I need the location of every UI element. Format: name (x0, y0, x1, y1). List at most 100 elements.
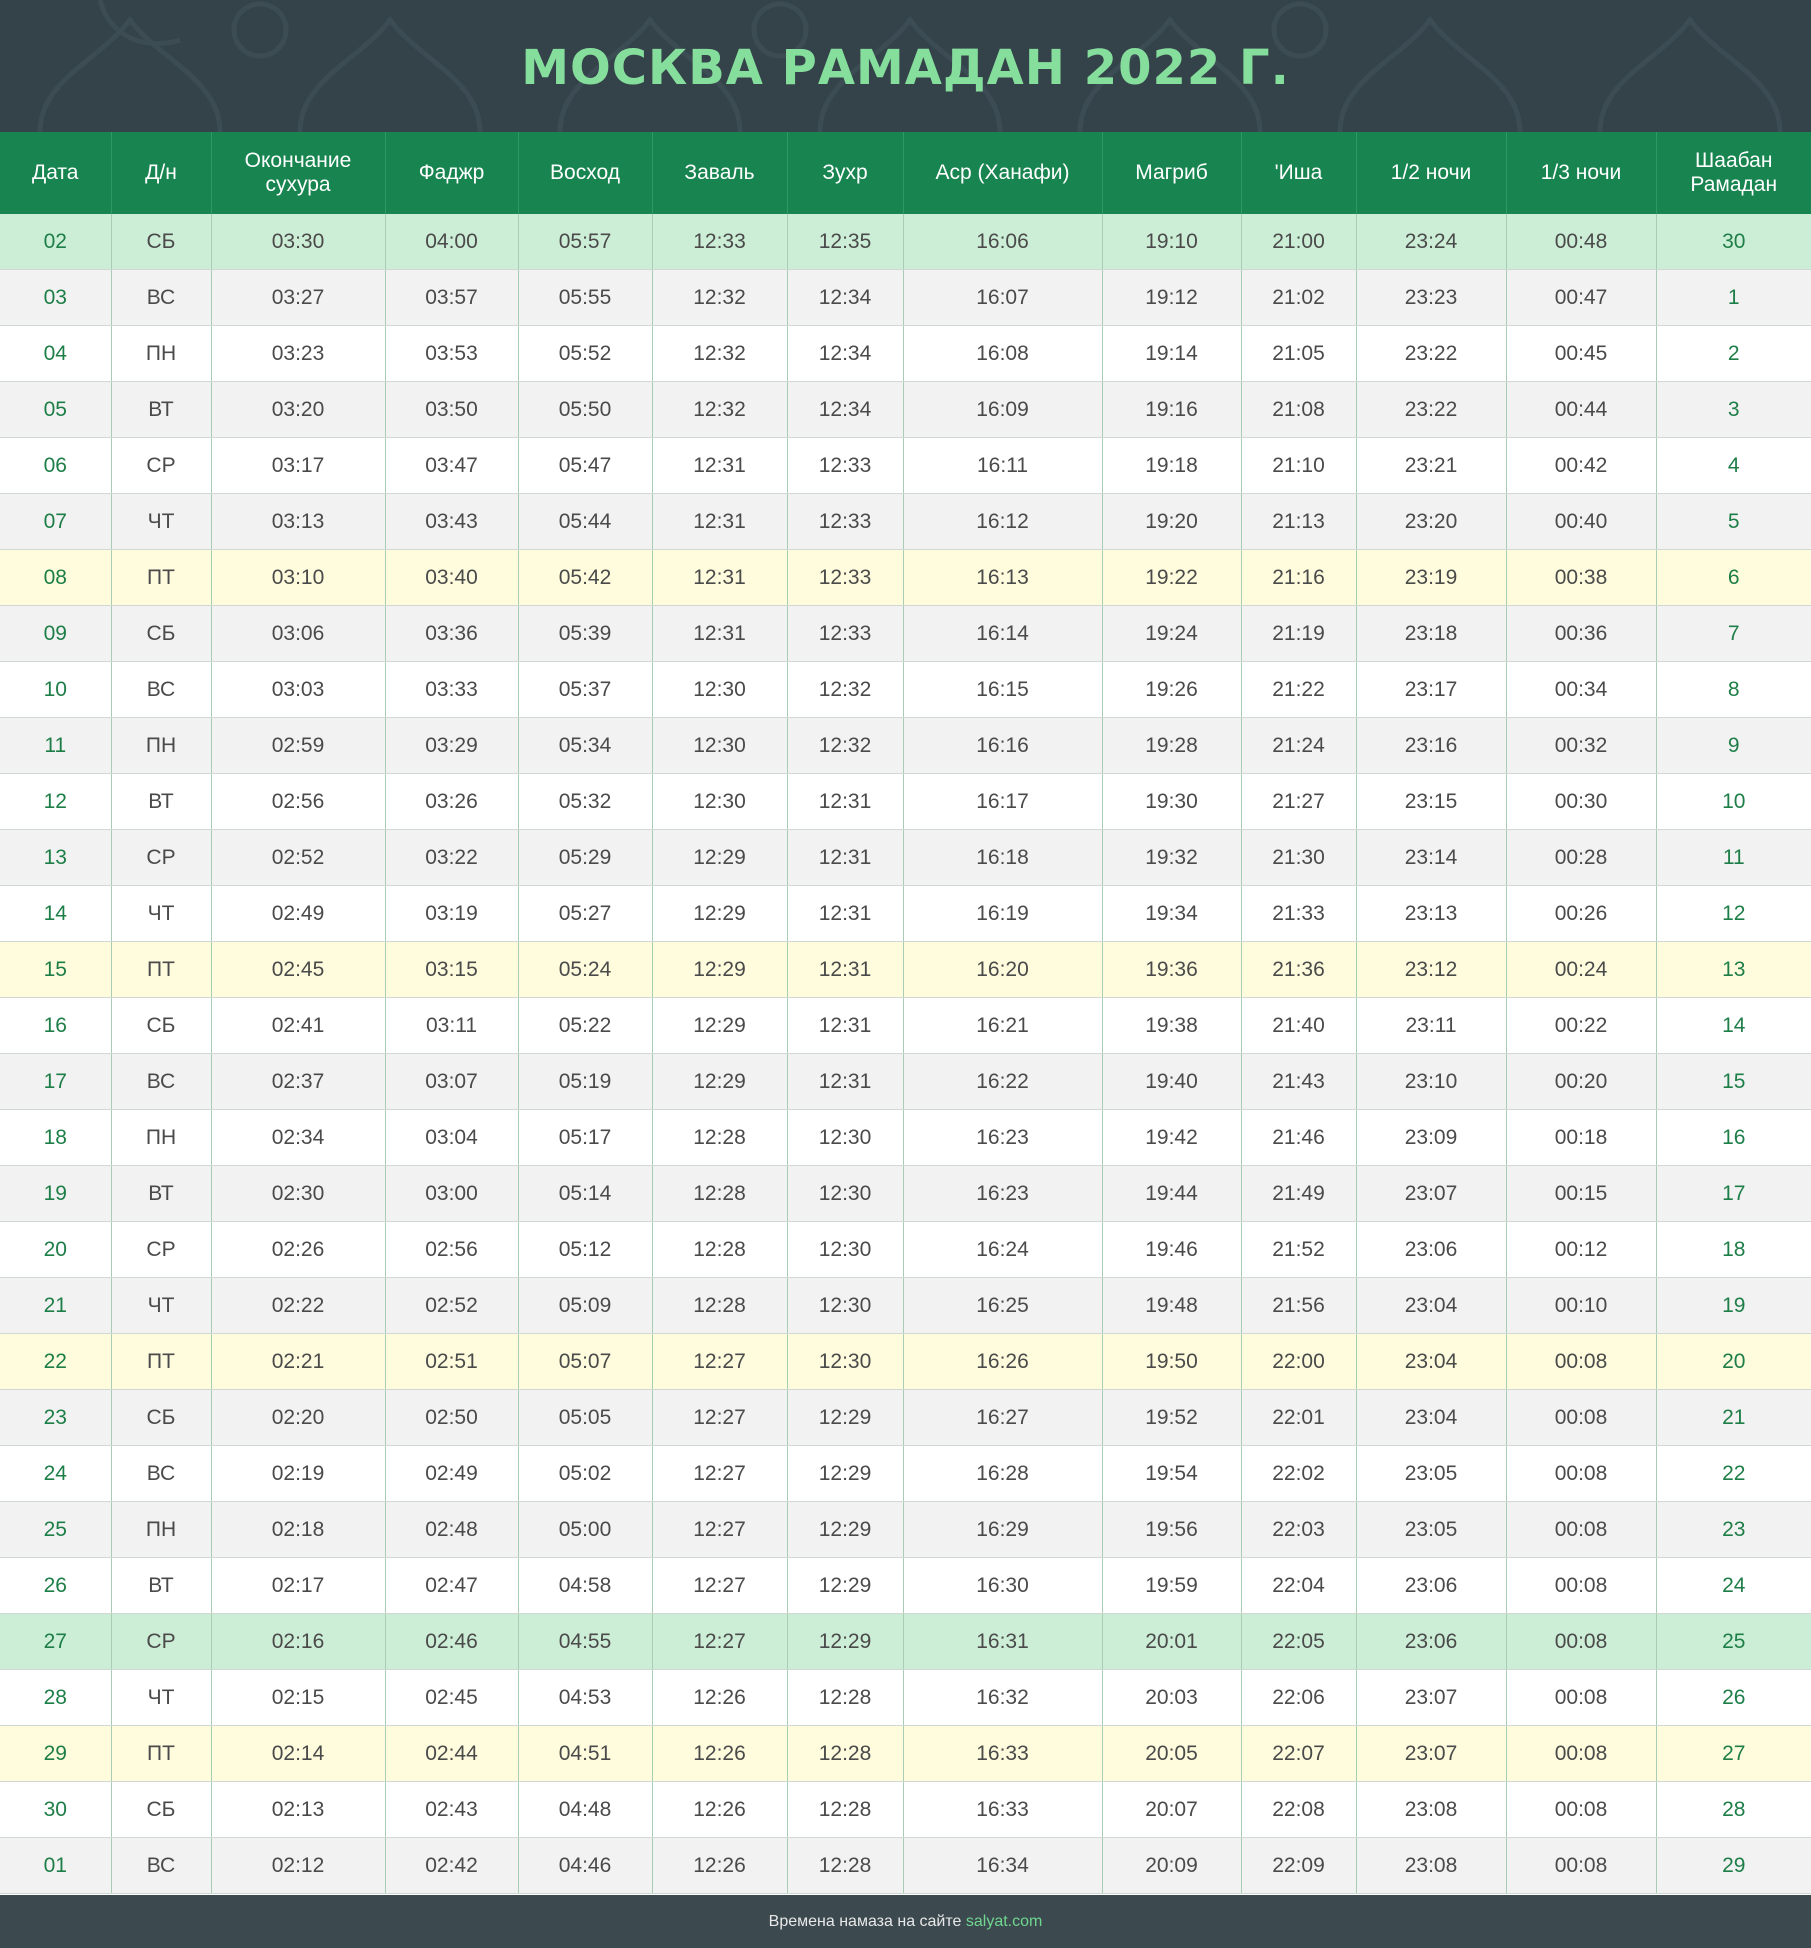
table-row: 28 ЧТ 02:15 02:45 04:53 12:26 12:28 16:32 20:03 2… (0, 1669, 1811, 1726)
table-cell: 21:22 (1241, 661, 1357, 718)
table-cell: 22:02 (1241, 1445, 1357, 1502)
table-cell: 17 (0, 1053, 112, 1110)
table-cell: 00:08 (1506, 1725, 1657, 1782)
table-cell: 10 (0, 661, 112, 718)
table-cell: 03:13 (211, 493, 386, 550)
table-cell: 12:31 (652, 493, 788, 550)
table-cell: ВС (111, 661, 212, 718)
table-cell: 23:11 (1356, 997, 1507, 1054)
table-cell: 20:05 (1102, 1725, 1242, 1782)
table-cell: 23:05 (1356, 1445, 1507, 1502)
table-cell: ПТ (111, 549, 212, 606)
table-cell: 12:32 (652, 325, 788, 382)
table-cell: 00:24 (1506, 941, 1657, 998)
table-cell: 19:40 (1102, 1053, 1242, 1110)
column-header: Шаабан Рамадан (1656, 132, 1811, 214)
column-header-label: сухура (265, 173, 331, 196)
table-cell: 02:19 (211, 1445, 386, 1502)
table-cell: 16:18 (903, 829, 1103, 886)
table-cell: 02:44 (385, 1725, 519, 1782)
footer-site-link[interactable]: salyat.com (966, 1913, 1042, 1930)
table-cell: ЧТ (111, 885, 212, 942)
table-cell: 16:15 (903, 661, 1103, 718)
table-cell: 23:06 (1356, 1613, 1507, 1670)
table-cell: 16:13 (903, 549, 1103, 606)
table-cell: 05:12 (518, 1221, 653, 1278)
table-cell: 16:24 (903, 1221, 1103, 1278)
column-header: Аср (Ханафи) (903, 132, 1103, 214)
table-cell: 02:52 (385, 1277, 519, 1334)
table-cell: 23:06 (1356, 1557, 1507, 1614)
table-cell: 12:28 (787, 1837, 904, 1894)
table-cell: 21:30 (1241, 829, 1357, 886)
table-cell: 05:32 (518, 773, 653, 830)
table-row: 08 ПТ 03:10 03:40 05:42 12:31 12:33 16:13 19:22 2… (0, 549, 1811, 606)
table-body: 02 СБ 03:30 04:00 05:57 12:33 12:35 16:06 19:10 2… (0, 214, 1811, 1894)
table-cell: 12:34 (787, 381, 904, 438)
table-cell: 19:48 (1102, 1277, 1242, 1334)
table-cell: 05:02 (518, 1445, 653, 1502)
table-cell: 05 (0, 381, 112, 438)
table-cell: 24 (1656, 1557, 1811, 1614)
table-cell: 05:55 (518, 269, 653, 326)
table-cell: 12:30 (787, 1277, 904, 1334)
table-cell: 05:44 (518, 493, 653, 550)
table-row: 19 ВТ 02:30 03:00 05:14 12:28 12:30 16:23 19:44 2… (0, 1165, 1811, 1222)
table-cell: 02:22 (211, 1277, 386, 1334)
table-row: 16 СБ 02:41 03:11 05:22 12:29 12:31 16:21 19:38 2… (0, 997, 1811, 1054)
table-cell: 03:33 (385, 661, 519, 718)
table-cell: 23:13 (1356, 885, 1507, 942)
column-header: Магриб (1102, 132, 1242, 214)
table-cell: 05:00 (518, 1501, 653, 1558)
table-cell: 12:27 (652, 1501, 788, 1558)
table-cell: 12:35 (787, 214, 904, 270)
table-cell: 04:46 (518, 1837, 653, 1894)
table-cell: 10 (1656, 773, 1811, 830)
table-cell: СБ (111, 605, 212, 662)
table-cell: 23:18 (1356, 605, 1507, 662)
table-cell: 21 (0, 1277, 112, 1334)
table-cell: 05:05 (518, 1389, 653, 1446)
table-cell: 00:38 (1506, 549, 1657, 606)
table-cell: 16:34 (903, 1837, 1103, 1894)
column-header-label: Заваль (684, 161, 755, 184)
table-cell: 16 (0, 997, 112, 1054)
table-cell: 12:27 (652, 1445, 788, 1502)
table-cell: 03:23 (211, 325, 386, 382)
table-cell: 00:10 (1506, 1277, 1657, 1334)
table-cell: 12:31 (787, 829, 904, 886)
table-cell: 05:34 (518, 717, 653, 774)
table-cell: 22:01 (1241, 1389, 1357, 1446)
table-cell: СР (111, 829, 212, 886)
table-row: 10 ВС 03:03 03:33 05:37 12:30 12:32 16:15 19:26 2… (0, 661, 1811, 718)
table-cell: 15 (1656, 1053, 1811, 1110)
table-cell: 22:03 (1241, 1501, 1357, 1558)
table-cell: 12:30 (787, 1165, 904, 1222)
column-header-label: Магриб (1135, 161, 1208, 184)
table-cell: 02:46 (385, 1613, 519, 1670)
table-row: 26 ВТ 02:17 02:47 04:58 12:27 12:29 16:30 19:59 2… (0, 1557, 1811, 1614)
table-cell: 03:11 (385, 997, 519, 1054)
table-cell: ВС (111, 1053, 212, 1110)
table-cell: 00:08 (1506, 1445, 1657, 1502)
table-cell: 02:18 (211, 1501, 386, 1558)
table-cell: 03:26 (385, 773, 519, 830)
table-cell: 00:08 (1506, 1837, 1657, 1894)
table-cell: 07 (0, 493, 112, 550)
table-cell: 21:24 (1241, 717, 1357, 774)
prayer-times-table-container: Дата Д/н Окончание сухура Фаджр Восход Заваль З… (0, 132, 1811, 1894)
table-row: 12 ВТ 02:56 03:26 05:32 12:30 12:31 16:17 19:30 2… (0, 773, 1811, 830)
table-cell: 03:50 (385, 381, 519, 438)
table-cell: 03:00 (385, 1165, 519, 1222)
table-cell: 23:24 (1356, 214, 1507, 270)
table-cell: 22:07 (1241, 1725, 1357, 1782)
table-cell: 03:36 (385, 605, 519, 662)
table-cell: 05:37 (518, 661, 653, 718)
table-cell: 23 (0, 1389, 112, 1446)
table-cell: 23:04 (1356, 1333, 1507, 1390)
table-cell: 00:08 (1506, 1613, 1657, 1670)
table-row: 29 ПТ 02:14 02:44 04:51 12:26 12:28 16:33 20:05 2… (0, 1725, 1811, 1782)
table-cell: 12 (0, 773, 112, 830)
table-cell: 03:29 (385, 717, 519, 774)
table-cell: СБ (111, 1389, 212, 1446)
